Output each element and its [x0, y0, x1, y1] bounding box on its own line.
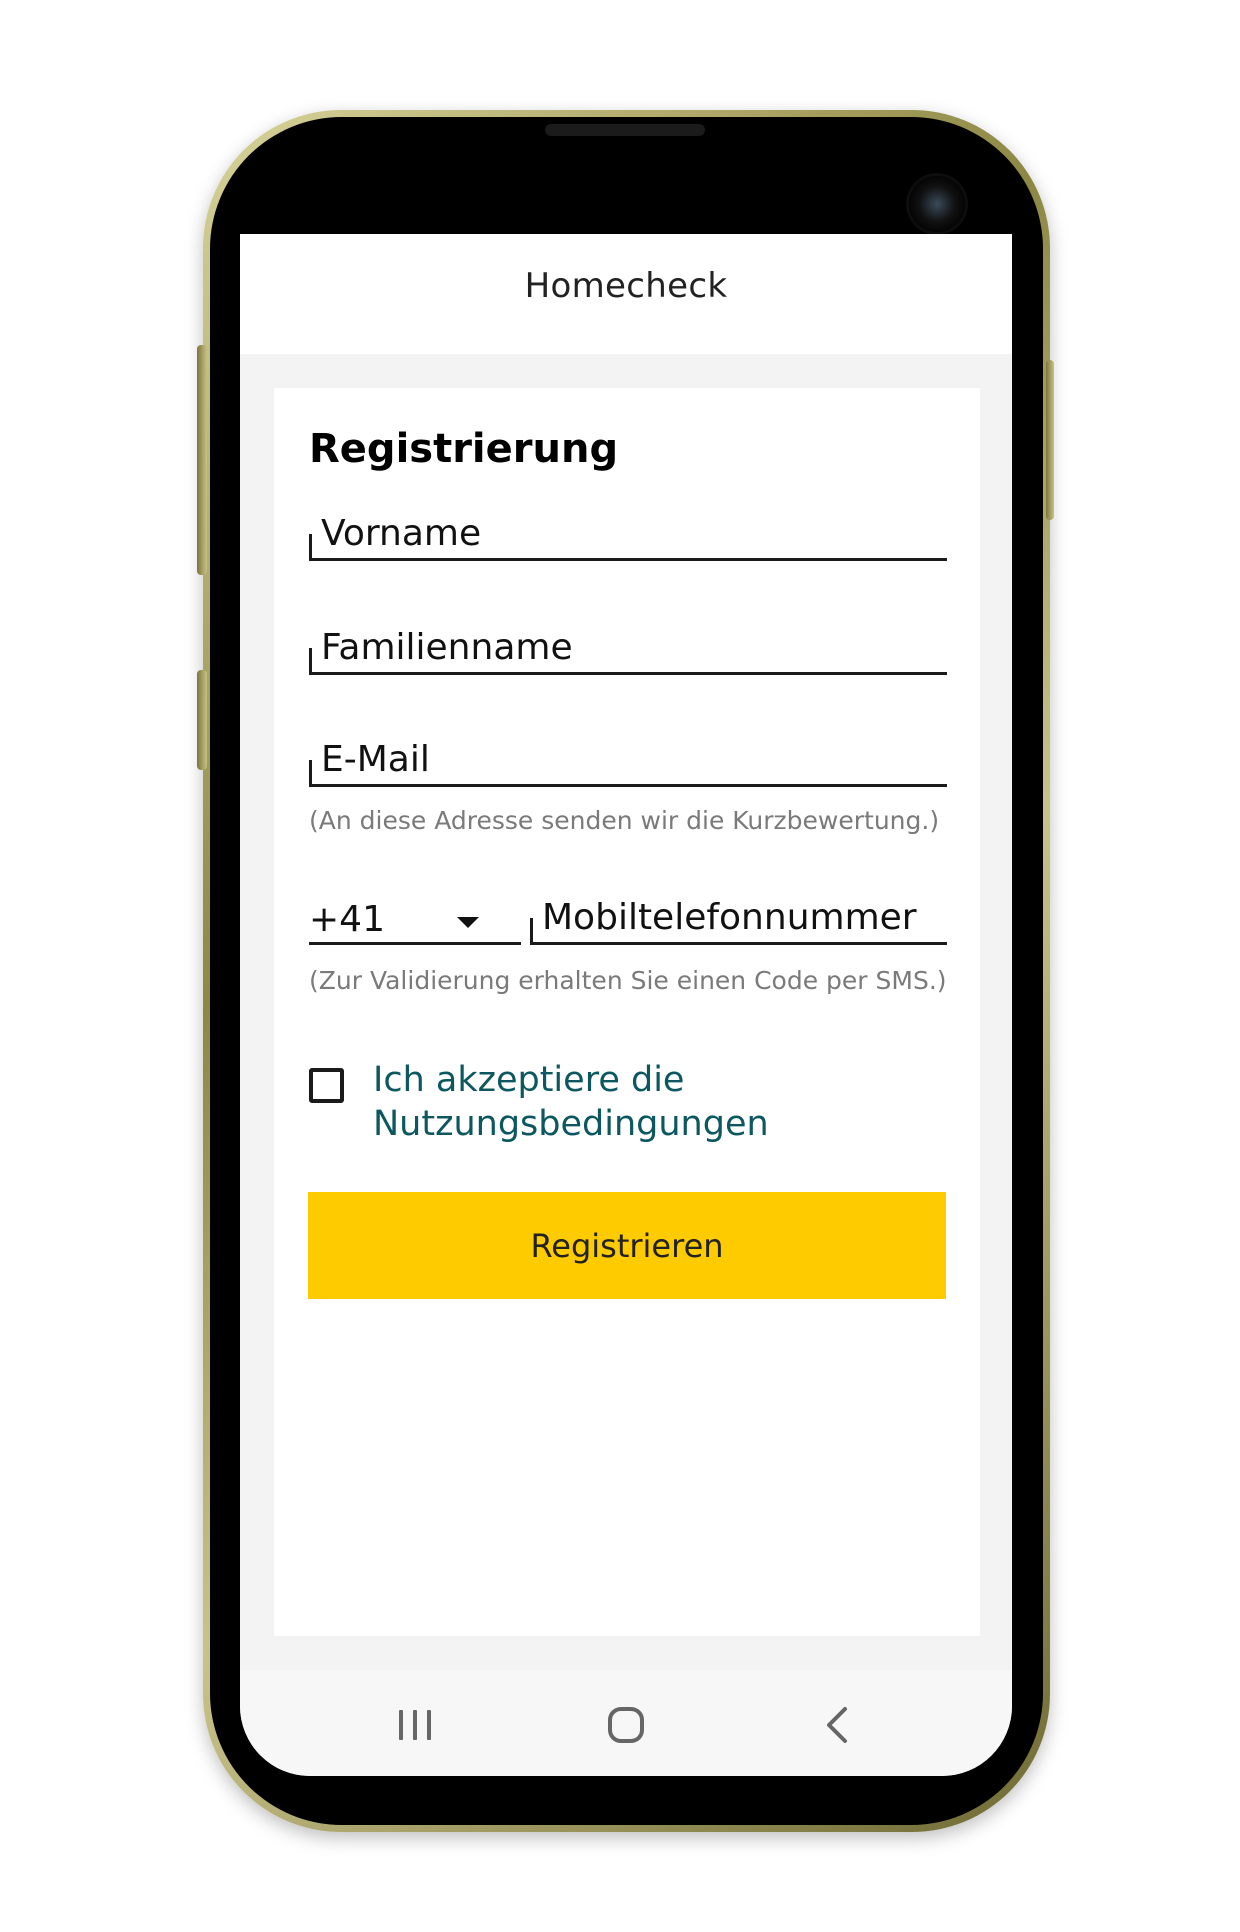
email-placeholder: E-Mail [321, 739, 430, 780]
field-edge [530, 918, 533, 942]
dropdown-arrow-icon [457, 917, 479, 928]
last-name-placeholder: Familienname [321, 627, 573, 668]
terms-checkbox[interactable] [309, 1068, 344, 1103]
first-name-placeholder: Vorname [321, 513, 482, 554]
field-edge [309, 648, 312, 672]
page-title: Registrierung [309, 426, 619, 472]
terms-of-use-link[interactable]: Ich akzeptiere die Nutzungsbedingungen [373, 1058, 913, 1146]
earpiece [545, 124, 705, 136]
phone-helper-text: (Zur Validierung erhalten Sie einen Code… [309, 966, 947, 995]
first-name-field[interactable]: Vorname [309, 508, 947, 561]
registration-card: Registrierung Vorname Familienname E-Mai… [274, 388, 980, 1636]
front-camera-icon [909, 176, 965, 232]
app-bar: Homecheck [240, 234, 1012, 354]
last-name-field[interactable]: Familienname [309, 622, 947, 675]
country-code-value: +41 [309, 899, 385, 940]
recents-icon [399, 1710, 431, 1740]
email-helper-text: (An diese Adresse senden wir die Kurzbew… [309, 806, 940, 835]
back-icon [827, 1707, 847, 1743]
email-field[interactable]: E-Mail [309, 734, 947, 787]
mobile-number-placeholder: Mobiltelefonnummer [542, 897, 917, 938]
system-nav-bar [240, 1670, 1012, 1776]
bixby-button [197, 670, 207, 770]
volume-up-button [197, 345, 207, 575]
field-edge [309, 534, 312, 558]
mobile-number-field[interactable]: Mobiltelefonnummer [530, 892, 947, 945]
back-button[interactable] [793, 1690, 883, 1760]
app-screen: Homecheck Registrierung Vorname Familien… [240, 234, 1012, 1776]
field-edge [309, 760, 312, 784]
recents-button[interactable] [370, 1690, 460, 1760]
home-icon [608, 1707, 644, 1743]
register-button[interactable]: Registrieren [308, 1192, 946, 1299]
power-button [1046, 360, 1054, 520]
country-code-select[interactable]: +41 [309, 899, 521, 945]
app-title: Homecheck [524, 266, 728, 306]
home-button[interactable] [581, 1690, 671, 1760]
